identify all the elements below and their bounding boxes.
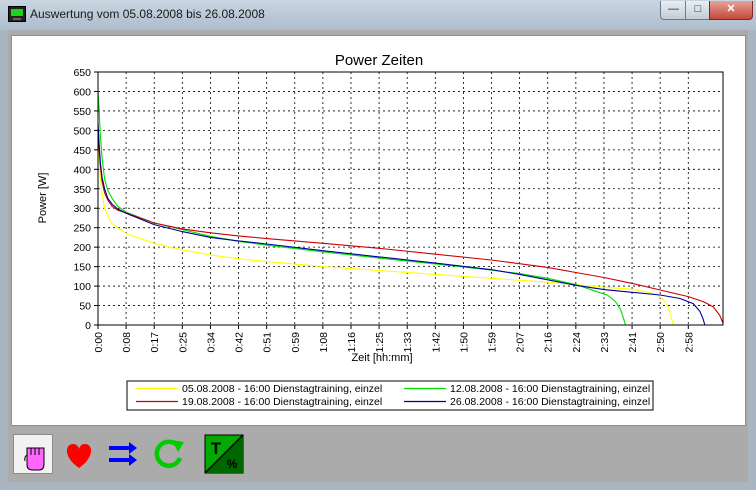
refresh-button[interactable] <box>148 434 188 474</box>
x-tick-label: 0:51 <box>262 332 274 353</box>
y-tick-label: 500 <box>73 125 91 137</box>
chart-panel: Power Zeiten Power [W] Zeit [hh:mm] 0 50 1… <box>11 35 746 426</box>
series-line <box>97 122 706 326</box>
app-monitor-icon <box>8 6 26 22</box>
x-tick-label: 1:33 <box>402 332 414 353</box>
power-time-chart: Power Zeiten Power [W] Zeit [hh:mm] 0 50 1… <box>37 52 724 411</box>
y-axis-label: Power [W] <box>37 173 49 224</box>
y-tick-label: 550 <box>73 106 91 118</box>
y-tick-label: 150 <box>73 262 91 274</box>
y-tick-label: 400 <box>73 164 91 176</box>
power-hand-icon <box>24 447 45 471</box>
legend-entry: 19.08.2008 - 16:00 Dienstagtraining, ein… <box>182 396 382 408</box>
y-tick-label: 200 <box>73 242 91 254</box>
x-tick-label: 1:59 <box>487 332 499 353</box>
axis-ticks: 0 50 100 150 200 250 300 350 400 450 500 550 600 650 0… <box>73 67 695 352</box>
x-tick-label: 2:41 <box>627 332 639 353</box>
x-tick-label: 2:33 <box>599 332 611 353</box>
percent-sign: % <box>227 457 238 471</box>
x-tick-label: 0:34 <box>205 332 217 353</box>
time-letter: T <box>211 439 222 458</box>
refresh-icon <box>154 439 184 468</box>
time-percent-icon: T % <box>204 434 244 474</box>
x-tick-label: 0:42 <box>234 332 246 353</box>
x-tick-label: 2:24 <box>571 332 583 353</box>
legend-entry: 12.08.2008 - 16:00 Dienstagtraining, ein… <box>450 383 650 395</box>
x-tick-label: 1:50 <box>458 332 470 353</box>
x-tick-label: 2:50 <box>655 332 667 353</box>
series-line <box>97 126 724 324</box>
x-tick-label: 2:16 <box>543 332 555 353</box>
legend: 05.08.2008 - 16:00 Dienstagtraining, ein… <box>126 380 654 411</box>
window-title: Auswertung vom 05.08.2008 bis 26.08.2008 <box>30 7 265 21</box>
transfer-arrows-icon <box>109 442 137 466</box>
y-tick-label: 250 <box>73 223 91 235</box>
x-tick-label: 0:08 <box>121 332 133 353</box>
x-axis-label: Zeit [hh:mm] <box>351 352 412 364</box>
transfer-button[interactable] <box>103 434 143 474</box>
close-button[interactable]: ✕ <box>709 1 753 20</box>
plot-area-border <box>97 71 724 326</box>
y-tick-label: 350 <box>73 184 91 196</box>
power-view-button[interactable] <box>13 434 53 474</box>
y-tick-label: 600 <box>73 86 91 98</box>
x-tick-label: 2:58 <box>683 332 695 353</box>
chart-title: Power Zeiten <box>335 52 423 69</box>
x-tick-label: 0:00 <box>93 332 105 353</box>
x-tick-label: 1:08 <box>318 332 330 353</box>
x-tick-label: 0:59 <box>290 332 302 353</box>
minimize-button[interactable]: — <box>660 1 687 20</box>
time-percent-button[interactable]: T % <box>204 434 244 474</box>
title-bar[interactable]: Auswertung vom 05.08.2008 bis 26.08.2008… <box>0 0 756 30</box>
x-tick-label: 1:42 <box>430 332 442 353</box>
y-tick-label: 450 <box>73 145 91 157</box>
y-tick-label: 50 <box>79 301 91 313</box>
y-tick-label: 650 <box>73 67 91 79</box>
series-line <box>97 91 626 326</box>
x-tick-label: 0:17 <box>149 332 161 353</box>
legend-entry: 26.08.2008 - 16:00 Dienstagtraining, ein… <box>450 396 650 408</box>
x-tick-label: 2:07 <box>515 332 527 353</box>
y-tick-label: 0 <box>85 320 91 332</box>
grid-lines <box>98 72 723 325</box>
legend-entry: 05.08.2008 - 16:00 Dienstagtraining, ein… <box>182 383 382 395</box>
x-tick-label: 0:25 <box>177 332 189 353</box>
y-tick-label: 100 <box>73 281 91 293</box>
x-tick-label: 1:25 <box>374 332 386 353</box>
heart-icon <box>66 444 92 468</box>
y-tick-label: 300 <box>73 203 91 215</box>
x-tick-label: 1:16 <box>346 332 358 353</box>
app-window: Auswertung vom 05.08.2008 bis 26.08.2008… <box>0 0 756 490</box>
maximize-button[interactable]: □ <box>685 1 711 20</box>
heart-rate-button[interactable] <box>59 434 99 474</box>
